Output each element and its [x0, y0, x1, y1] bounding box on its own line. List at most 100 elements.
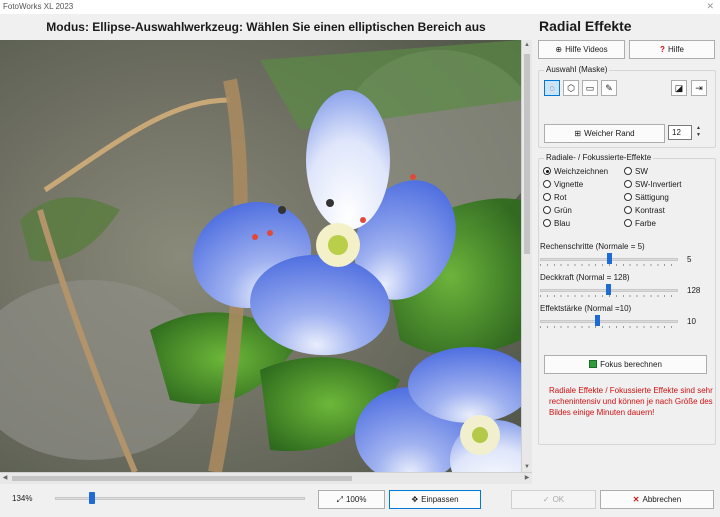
effect-slider[interactable] [540, 284, 678, 297]
zoom-slider[interactable] [55, 492, 305, 504]
effect-option[interactable]: Kontrast [624, 206, 665, 215]
soft-edge-spinner[interactable]: ▲ ▼ [694, 125, 703, 140]
radio-button[interactable] [624, 193, 632, 201]
effect-option-label: Rot [554, 193, 567, 202]
cancel-button[interactable]: ✕ Abbrechen [600, 490, 714, 509]
effect-option[interactable]: Vignette [543, 180, 583, 189]
fit-label: Einpassen [421, 495, 459, 504]
vertical-scroll-thumb[interactable] [524, 54, 530, 254]
scroll-up-icon[interactable]: ▲ [522, 40, 532, 50]
effect-option[interactable]: Farbe [624, 219, 656, 228]
slider-label: Effektstärke (Normal =10) [540, 304, 632, 313]
slider-thumb[interactable] [606, 284, 611, 295]
expand-icon: ⤢ [336, 495, 343, 504]
ok-button[interactable]: ✓ OK [511, 490, 596, 509]
help-label: Hilfe [667, 45, 684, 54]
compute-focus-label: Fokus berechnen [600, 360, 662, 369]
slider-thumb[interactable] [595, 315, 600, 326]
radio-button[interactable] [624, 219, 632, 227]
question-icon: ? [660, 45, 665, 54]
effect-option[interactable]: Weichzeichnen [543, 167, 608, 176]
close-icon[interactable]: ✕ [706, 1, 714, 12]
radio-button[interactable] [543, 206, 551, 214]
effect-option[interactable]: Blau [543, 219, 570, 228]
fit-icon: ✥ [411, 495, 419, 504]
radio-button[interactable] [543, 193, 551, 201]
slider-ticks [540, 295, 678, 297]
soft-edge-button[interactable]: ⊞ Weicher Rand [544, 124, 665, 143]
effects-group-label: Radiale- / Fokussierte-Effekte [544, 153, 654, 162]
apply-mask-icon[interactable]: ⇥ [691, 80, 707, 96]
zoom-level: 134% [12, 494, 33, 503]
scroll-right-icon[interactable]: ▶ [522, 473, 532, 484]
selection-mask-group: Auswahl (Maske) ◌ ⬡ ▭ ✎ ◪ ⇥ ⊞ Weicher Rand 1… [538, 65, 716, 148]
soft-edge-input[interactable]: 12 [668, 125, 692, 140]
window-titlebar: FotoWorks XL 2023 ✕ [0, 0, 720, 14]
radio-button[interactable] [543, 219, 551, 227]
effect-slider[interactable] [540, 315, 678, 328]
fit-button[interactable]: ✥ Einpassen [389, 490, 481, 509]
soft-edge-label: Weicher Rand [584, 129, 635, 138]
radio-button[interactable] [624, 167, 632, 175]
help-videos-label: Hilfe Videos [565, 45, 608, 54]
slider-value: 128 [687, 286, 701, 295]
radio-button[interactable] [624, 206, 632, 214]
effect-option[interactable]: Rot [543, 193, 566, 202]
selection-group-label: Auswahl (Maske) [544, 65, 610, 74]
effect-option[interactable]: SW [624, 167, 648, 176]
slider-label: Rechenschritte (Normale = 5) [540, 242, 645, 251]
slider-ticks [540, 264, 678, 266]
help-button[interactable]: ? Hilfe [629, 40, 715, 59]
vertical-scrollbar[interactable]: ▲ ▼ [521, 40, 532, 472]
ellipse-select-icon[interactable]: ◌ [544, 80, 560, 96]
slider-value: 5 [687, 255, 692, 264]
effect-option-label: Sättigung [635, 193, 669, 202]
lasso-select-icon[interactable]: ⬡ [563, 80, 579, 96]
help-videos-button[interactable]: ⊕ Hilfe Videos [538, 40, 625, 59]
effect-option-label: Kontrast [635, 206, 665, 215]
performance-warning: Radiale Effekte / Fokussierte Effekte si… [549, 386, 713, 417]
window-title: FotoWorks XL 2023 [3, 2, 74, 11]
slider-value: 10 [687, 317, 696, 326]
slider-thumb[interactable] [607, 253, 612, 264]
effect-option-label: Blau [554, 219, 571, 228]
magic-wand-icon[interactable]: ✎ [601, 80, 617, 96]
invert-mask-icon[interactable]: ◪ [671, 80, 687, 96]
rectangle-select-icon[interactable]: ▭ [582, 80, 598, 96]
radial-effects-panel: Radial Effekte ⊕ Hilfe Videos ? Hilfe Ausw… [532, 14, 720, 484]
radio-button[interactable] [624, 180, 632, 188]
bottom-toolbar: 134% ⤢ 100% ✥ Einpassen ✓ OK ✕ Abbrechen [0, 484, 720, 517]
effect-option-label: Weichzeichnen [554, 167, 609, 176]
slider-label: Deckkraft (Normal = 128) [540, 273, 630, 282]
slider-ticks [540, 326, 678, 328]
compute-icon [589, 360, 598, 368]
radio-button[interactable] [543, 180, 551, 188]
horizontal-scroll-thumb[interactable] [12, 476, 352, 481]
panel-title: Radial Effekte [539, 18, 632, 34]
film-icon: ⊕ [555, 45, 563, 54]
effect-option-label: SW [635, 167, 648, 176]
effect-option-label: Farbe [635, 219, 656, 228]
compute-focus-button[interactable]: Fokus berechnen [544, 355, 707, 374]
effect-option[interactable]: Sättigung [624, 193, 669, 202]
checkmark-icon: ✓ [542, 495, 550, 504]
effect-option-label: SW-Invertiert [635, 180, 682, 189]
horizontal-scrollbar[interactable]: ◀ ▶ [0, 472, 532, 484]
scroll-down-icon[interactable]: ▼ [522, 462, 532, 472]
plus-square-icon: ⊞ [574, 129, 582, 138]
mode-title: Modus: Ellipse-Auswahlwerkzeug: Wählen S… [0, 14, 532, 40]
zoom-slider-thumb[interactable] [89, 492, 95, 504]
radio-button[interactable] [543, 167, 551, 175]
cancel-label: Abbrechen [642, 495, 682, 504]
radial-effects-group: Radiale- / Fokussierte-Effekte Weichzeic… [538, 153, 716, 445]
slider-track [540, 320, 678, 323]
effect-option-label: Vignette [554, 180, 584, 189]
effect-option[interactable]: Grün [543, 206, 572, 215]
image-canvas[interactable] [0, 40, 521, 472]
x-icon: ✕ [632, 495, 640, 504]
scroll-left-icon[interactable]: ◀ [0, 473, 10, 484]
ok-label: OK [552, 495, 565, 504]
effect-slider[interactable] [540, 253, 678, 266]
effect-option[interactable]: SW-Invertiert [624, 180, 682, 189]
zoom-100-button[interactable]: ⤢ 100% [318, 490, 385, 509]
